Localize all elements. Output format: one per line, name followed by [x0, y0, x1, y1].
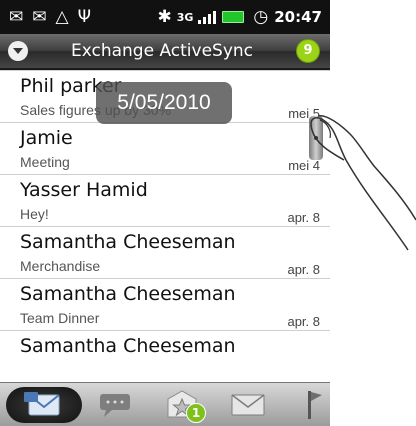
- battery-icon: [222, 11, 245, 23]
- sender-name: Samantha Cheeseman: [20, 231, 236, 253]
- finger-gesture-illustration: [310, 115, 416, 251]
- flagged-icon: [308, 391, 322, 419]
- date-scroll-popup: 5/05/2010: [96, 82, 232, 124]
- sender-name: Samantha Cheeseman: [20, 335, 236, 357]
- tab-favorites[interactable]: 1: [156, 387, 208, 423]
- envelope-icon: ✉: [32, 7, 47, 27]
- account-header[interactable]: Exchange ActiveSync 9: [0, 34, 330, 70]
- bluetooth-icon: ✱: [157, 7, 172, 27]
- sender-name: Yasser Hamid: [20, 179, 148, 201]
- message-date: apr. 8: [287, 262, 320, 277]
- list-item[interactable]: Samantha Cheeseman Merchandise apr. 8: [0, 226, 330, 279]
- tab-unread[interactable]: [222, 387, 274, 423]
- unread-icon: [231, 394, 265, 416]
- chevron-down-icon[interactable]: [8, 41, 28, 61]
- message-date: apr. 8: [287, 314, 320, 329]
- bottom-tab-bar: 1: [0, 382, 330, 426]
- tab-conversations[interactable]: [90, 387, 142, 423]
- tab-inbox[interactable]: [6, 387, 82, 423]
- list-item[interactable]: Yasser Hamid Hey! apr. 8: [0, 174, 330, 227]
- account-title: Exchange ActiveSync: [70, 41, 254, 61]
- phone-screen: ✉ ✉ △ Ψ ✱ 3G ◷ 20:47 Exchange ActiveSync…: [0, 0, 330, 426]
- warning-icon: △: [55, 7, 69, 27]
- inbox-icon: [24, 392, 60, 416]
- mail-notification-icon: ✉: [9, 7, 24, 27]
- 3g-icon: 3G: [176, 10, 194, 24]
- message-list[interactable]: Phil parker Sales figures up by 30% mei …: [0, 70, 330, 382]
- conversations-icon: [100, 394, 130, 417]
- list-item[interactable]: Jamie Meeting mei 4: [0, 122, 330, 175]
- sender-name: Jamie: [20, 127, 73, 149]
- message-subject: Meeting: [20, 154, 70, 170]
- message-subject: Merchandise: [20, 258, 101, 274]
- status-time: 20:47: [274, 8, 322, 26]
- unread-count-badge: 9: [296, 39, 320, 63]
- list-item[interactable]: Samantha Cheeseman: [0, 330, 330, 382]
- tab-flagged[interactable]: [286, 387, 330, 423]
- list-item[interactable]: Samantha Cheeseman Team Dinner apr. 8: [0, 278, 330, 331]
- alarm-icon: ◷: [253, 7, 269, 27]
- favorites-count-badge: 1: [186, 403, 206, 423]
- sender-name: Samantha Cheeseman: [20, 283, 236, 305]
- status-bar: ✉ ✉ △ Ψ ✱ 3G ◷ 20:47: [0, 0, 330, 34]
- message-subject: Hey!: [20, 206, 49, 222]
- signal-icon: [198, 10, 217, 24]
- status-right: ✱ 3G ◷ 20:47: [148, 0, 330, 34]
- usb-icon: Ψ: [77, 7, 91, 27]
- message-subject: Team Dinner: [20, 310, 100, 326]
